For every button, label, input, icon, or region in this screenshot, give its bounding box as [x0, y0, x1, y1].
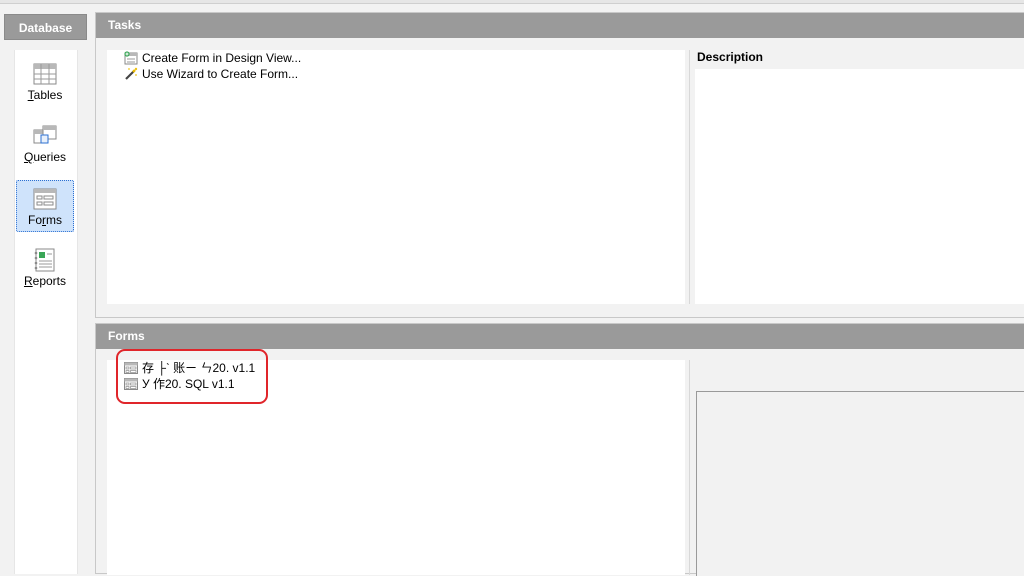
- form-preview-area: [696, 391, 1024, 576]
- description-header: Description: [695, 50, 1024, 69]
- tasks-header: Tasks: [96, 13, 1024, 38]
- forms-panel: Forms 存 ├ˋ 账ㄧ ㄣ20. v1.1 У 作20. SQL v1.1: [95, 323, 1024, 576]
- splitter[interactable]: [689, 50, 690, 304]
- task-list: Create Form in Design View... Use Wizard…: [107, 50, 685, 304]
- sidebar-item-reports[interactable]: Reports: [16, 242, 74, 294]
- table-icon: [33, 63, 57, 85]
- task-label: Create Form in Design View...: [142, 51, 302, 65]
- form-document-icon: [124, 378, 138, 390]
- sidebar-item-label: Tables: [27, 88, 63, 102]
- form-document-icon: [124, 362, 138, 374]
- wizard-icon: [125, 67, 138, 80]
- database-header: Database: [4, 14, 87, 40]
- use-wizard-create-form-task[interactable]: Use Wizard to Create Form...: [124, 66, 298, 82]
- sidebar-item-queries[interactable]: Queries: [16, 118, 74, 170]
- report-icon: [34, 248, 55, 272]
- sidebar-item-label: Forms: [27, 213, 62, 227]
- sidebar-item-forms[interactable]: Forms: [16, 180, 74, 232]
- forms-list: 存 ├ˋ 账ㄧ ㄣ20. v1.1 У 作20. SQL v1.1: [107, 360, 685, 575]
- form-item[interactable]: 存 ├ˋ 账ㄧ ㄣ20. v1.1: [124, 360, 255, 376]
- design-view-icon: [124, 51, 138, 65]
- sidebar-item-label: Queries: [23, 150, 67, 164]
- top-border: [0, 0, 1024, 4]
- form-item[interactable]: У 作20. SQL v1.1: [124, 376, 235, 392]
- sidebar-item-tables[interactable]: Tables: [16, 56, 74, 108]
- description-area: Description: [695, 50, 1024, 304]
- database-object-list: Tables Queries Forms Reports: [14, 50, 78, 574]
- form-icon: [33, 188, 57, 210]
- sidebar-item-label: Reports: [23, 274, 67, 288]
- tasks-panel: Tasks Create Form in Design View... Use …: [95, 12, 1024, 318]
- create-form-design-view-task[interactable]: Create Form in Design View...: [124, 50, 301, 66]
- form-item-label: У 作20. SQL v1.1: [142, 377, 235, 391]
- database-pane: Database Tables Queries Forms Reports: [4, 12, 87, 574]
- query-icon: [33, 125, 57, 144]
- splitter[interactable]: [689, 360, 690, 575]
- form-item-label: 存 ├ˋ 账ㄧ ㄣ20. v1.1: [142, 361, 256, 375]
- task-label: Use Wizard to Create Form...: [142, 67, 299, 81]
- forms-header: Forms: [96, 324, 1024, 349]
